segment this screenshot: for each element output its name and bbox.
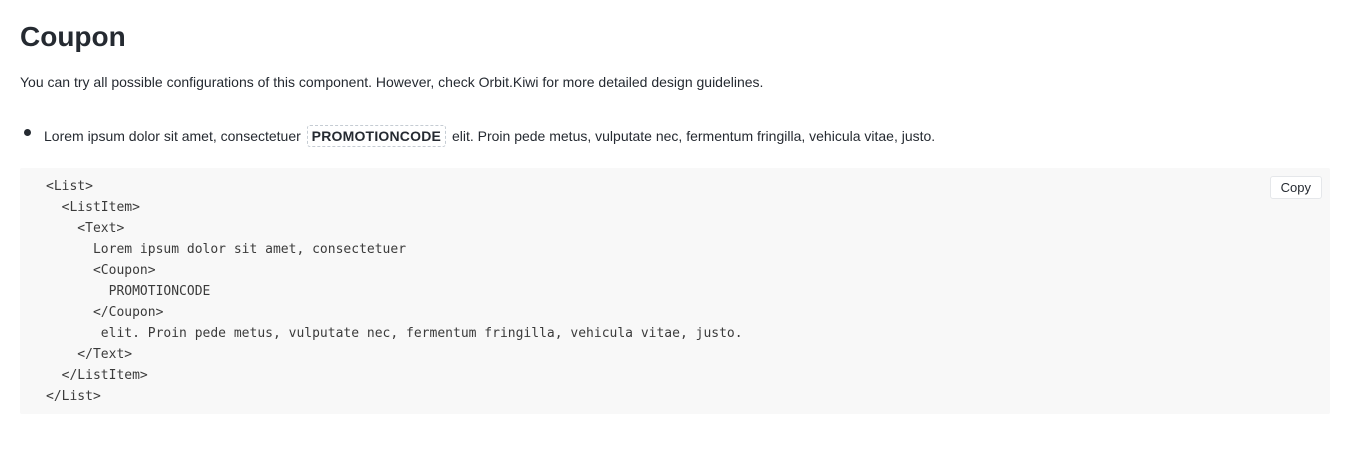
copy-button[interactable]: Copy — [1269, 176, 1322, 199]
list-item-text-before: Lorem ipsum dolor sit amet, consectetuer — [44, 128, 301, 144]
code-snippet: <List> <ListItem> <Text> Lorem ipsum dol… — [46, 179, 743, 404]
page-intro: You can try all possible configurations … — [20, 74, 764, 90]
coupon-code: PROMOTIONCODE — [306, 125, 447, 147]
list-item: Lorem ipsum dolor sit amet, consectetuer… — [20, 124, 935, 148]
preview-list: Lorem ipsum dolor sit amet, consectetuer… — [20, 124, 935, 148]
list-item-text-after: elit. Proin pede metus, vulputate nec, f… — [451, 128, 936, 144]
code-block: <List> <ListItem> <Text> Lorem ipsum dol… — [20, 168, 1330, 414]
bullet-icon — [24, 129, 31, 136]
page-title: Coupon — [20, 21, 126, 52]
